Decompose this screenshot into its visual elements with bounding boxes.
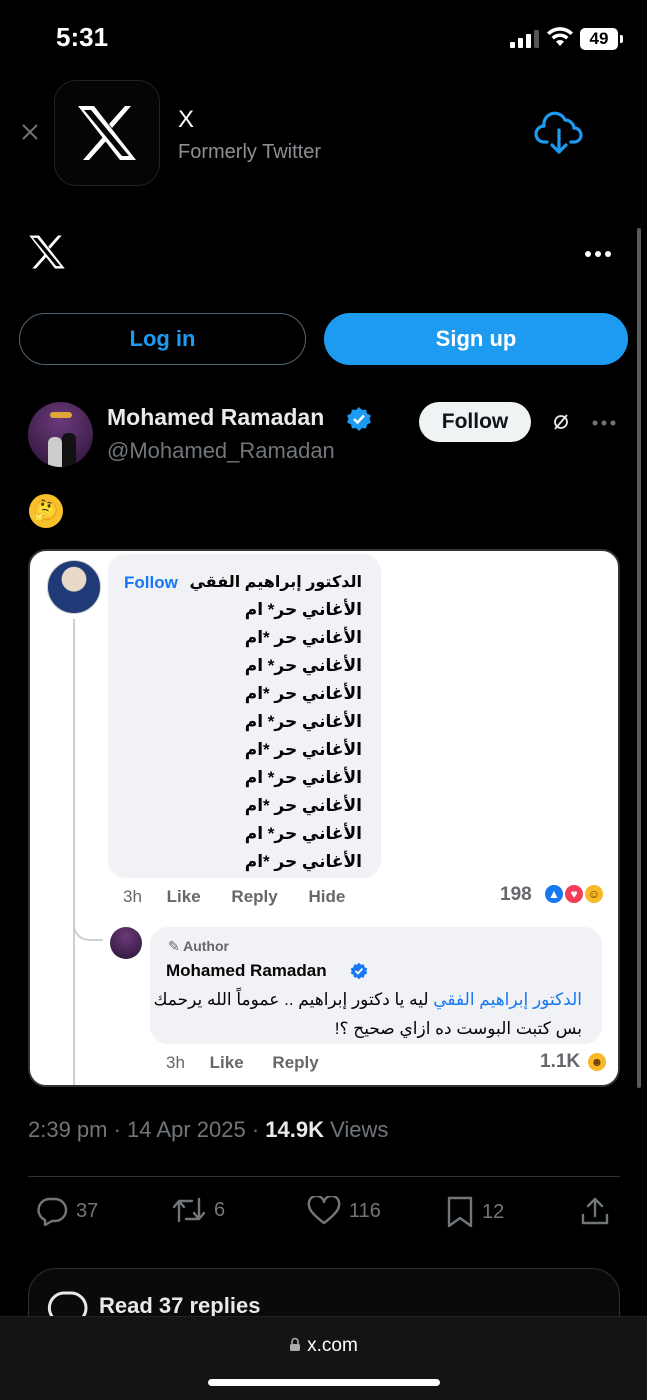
- comment-line: الأغاني حر* ام: [244, 768, 362, 787]
- comment-follow-link: Follow: [124, 573, 178, 592]
- share-icon: [581, 1197, 609, 1225]
- comment-actions: 3h Like Reply Hide: [123, 887, 371, 907]
- wifi-icon: [547, 27, 573, 46]
- x-logo-icon: [78, 106, 136, 160]
- comment-line: الأغاني حر *ام: [244, 684, 362, 703]
- comment-line: الأغاني حر *ام: [244, 796, 362, 815]
- love-reaction-icon: ♥: [563, 883, 585, 905]
- tweet-meta: 2:39 pm · 14 Apr 2025 · 14.9K Views: [28, 1117, 388, 1143]
- home-indicator[interactable]: [208, 1379, 440, 1386]
- cellular-signal-icon: [510, 30, 540, 48]
- comment-line: الأغاني حر *ام: [244, 628, 362, 647]
- lock-icon: [290, 1337, 301, 1351]
- x-logo-icon[interactable]: [28, 234, 66, 270]
- thread-connector: [73, 901, 103, 941]
- like-reaction-icon: ▲: [543, 883, 565, 905]
- tweet-more-icon[interactable]: [592, 420, 616, 426]
- browser-address-bar[interactable]: x.com: [0, 1316, 647, 1400]
- reply-reply: Reply: [272, 1053, 319, 1072]
- bookmark-count: 12: [482, 1200, 505, 1223]
- heart-icon: [307, 1196, 341, 1225]
- repost-action[interactable]: 6: [172, 1196, 225, 1224]
- reply-action[interactable]: 37: [36, 1196, 98, 1226]
- url-text: x.com: [307, 1335, 358, 1356]
- like-action[interactable]: 116: [307, 1196, 381, 1226]
- comment-line: الأغاني حر* ام: [244, 656, 362, 675]
- like-count: 116: [349, 1199, 381, 1222]
- care-reaction-icon: ☺: [583, 883, 605, 905]
- author-badge-label: Author: [183, 938, 229, 954]
- banner-app-subtitle: Formerly Twitter: [178, 141, 321, 163]
- login-button[interactable]: Log in: [19, 313, 306, 365]
- comment-line: الأغاني حر* ام: [244, 712, 362, 731]
- follow-button[interactable]: Follow: [419, 402, 531, 442]
- comment-line: الأغاني حر* ام: [244, 600, 362, 619]
- repost-count: 6: [214, 1198, 226, 1221]
- reply-reaction-count: 1.1K: [540, 1051, 581, 1072]
- scrollbar[interactable]: [637, 228, 641, 1088]
- verified-badge-icon: [350, 962, 368, 980]
- views-count: 14.9K: [265, 1117, 324, 1142]
- reply-icon: [37, 1197, 68, 1226]
- comment-reply: Reply: [231, 887, 278, 906]
- comment-line: الأغاني حر *ام: [244, 740, 362, 759]
- cloud-download-icon[interactable]: [534, 110, 584, 156]
- thread-line: [73, 619, 75, 1085]
- reply-time: 3h: [166, 1053, 185, 1072]
- comment-like: Like: [166, 887, 201, 906]
- reply-like: Like: [209, 1053, 244, 1072]
- status-bar: 5:31 49: [0, 0, 647, 78]
- share-action[interactable]: [580, 1196, 618, 1226]
- author-badge: ✎ Author: [168, 938, 229, 954]
- repost-icon: [172, 1197, 206, 1223]
- author-avatar[interactable]: [28, 402, 93, 467]
- tweet-media-image[interactable]: Follow · الدكتور إبراهيم الفقي الأغاني ح…: [28, 549, 620, 1087]
- author-reply-avatar: [110, 927, 142, 959]
- views-label: Views: [330, 1117, 389, 1142]
- reply-mention: الدكتور إبراهيم الفقي: [433, 990, 582, 1009]
- reaction-count: 198: [500, 884, 532, 905]
- comment-line: الأغاني حر* ام: [244, 824, 362, 843]
- commenter-avatar: [47, 560, 101, 614]
- tweet-text: 🤔: [29, 494, 63, 528]
- bookmark-action[interactable]: 12: [446, 1196, 504, 1228]
- bookmark-icon: [447, 1196, 473, 1228]
- commenter-name: الدكتور إبراهيم الفقي: [189, 574, 362, 591]
- signup-button[interactable]: Sign up: [324, 313, 628, 365]
- verified-badge-icon: [347, 407, 371, 431]
- url-field[interactable]: x.com: [0, 1335, 647, 1357]
- status-time: 5:31: [56, 22, 109, 52]
- more-options-icon[interactable]: [584, 250, 612, 258]
- reply-actions: 3h Like Reply: [166, 1053, 343, 1073]
- grok-icon[interactable]: [552, 413, 570, 431]
- banner-app-name: X: [178, 106, 195, 133]
- divider: [28, 1176, 620, 1177]
- tweet-actions-bar: 37 6 116 12: [0, 1196, 647, 1236]
- author-handle[interactable]: @Mohamed_Ramadan: [107, 438, 335, 464]
- tweet-timestamp[interactable]: 2:39 pm · 14 Apr 2025 ·: [28, 1117, 259, 1142]
- comment-time: 3h: [123, 887, 142, 906]
- comment-hide: Hide: [308, 887, 346, 906]
- comment-text: الأغاني حر* ام الأغاني حر *ام الأغاني حر…: [245, 596, 362, 876]
- author-name[interactable]: Mohamed Ramadan: [107, 404, 324, 431]
- reply-author-name: Mohamed Ramadan: [166, 961, 327, 980]
- app-icon[interactable]: [54, 80, 160, 186]
- close-icon[interactable]: [20, 122, 40, 142]
- haha-reaction-icon: ☻: [586, 1051, 608, 1073]
- comment-line: الأغاني حر *ام: [244, 852, 362, 871]
- battery-icon: 49: [580, 28, 623, 50]
- reply-count: 37: [76, 1199, 99, 1222]
- reply-text: الدكتور إبراهيم الفقي ليه يا دكتور إبراه…: [152, 985, 582, 1043]
